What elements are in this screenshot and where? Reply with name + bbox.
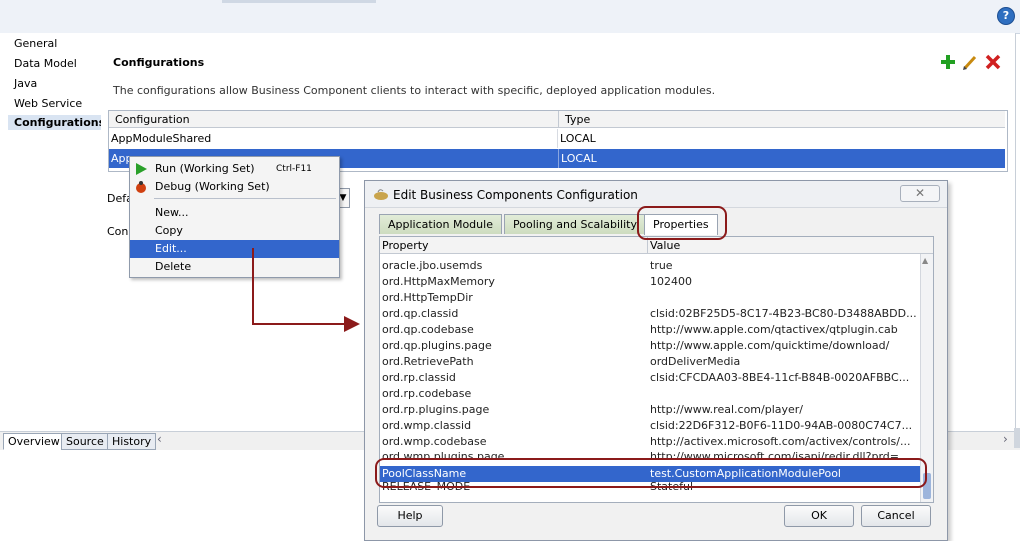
property-name: oracle.jbo.usemds <box>382 259 483 272</box>
menu-item-debug[interactable]: Debug (Working Set) <box>130 178 339 196</box>
property-value[interactable]: http://www.real.com/player/ <box>650 402 918 418</box>
page-title: Configurations <box>113 56 205 69</box>
table-row[interactable]: ord.qp.codebase http://www.apple.com/qtac… <box>380 322 920 338</box>
configuration-label: Con <box>107 225 129 238</box>
menu-item-label: Copy <box>155 224 183 237</box>
tab-strip-marker <box>222 0 376 3</box>
table-row[interactable]: ord.rp.codebase <box>380 386 920 402</box>
menu-item-label: Debug (Working Set) <box>155 180 270 193</box>
menu-item-label: Delete <box>155 260 192 273</box>
nav-item-java[interactable]: Java <box>14 77 37 90</box>
menu-item-run[interactable]: Run (Working Set) Ctrl-F11 <box>130 160 339 178</box>
table-row[interactable]: ord.wmp.classid clsid:22D6F312-B0F6-11D0-… <box>380 418 920 434</box>
close-icon[interactable]: ✕ <box>900 185 940 202</box>
cancel-button[interactable]: Cancel <box>861 505 931 527</box>
scroll-left-icon[interactable]: ‹ <box>157 432 162 446</box>
table-row[interactable]: ord.rp.plugins.page http://www.real.com/p… <box>380 402 920 418</box>
property-name: ord.qp.codebase <box>382 323 474 336</box>
dialog-title: Edit Business Components Configuration <box>393 188 638 202</box>
scroll-up-icon[interactable]: ▲ <box>922 256 928 265</box>
property-name: ord.wmp.codebase <box>382 435 487 448</box>
property-value[interactable]: http://www.apple.com/qtactivex/qtplugin.… <box>650 322 918 338</box>
delete-icon[interactable] <box>985 54 1001 70</box>
property-value[interactable]: true <box>650 258 918 274</box>
debug-icon <box>136 181 146 193</box>
nav-item-web-service[interactable]: Web Service <box>14 97 82 110</box>
ok-button[interactable]: OK <box>784 505 854 527</box>
run-icon <box>136 163 147 175</box>
property-name: ord.rp.codebase <box>382 387 472 400</box>
page-description: The configurations allow Business Compon… <box>113 84 716 97</box>
menu-item-copy[interactable]: Copy <box>130 222 339 240</box>
property-name: ord.qp.classid <box>382 307 459 320</box>
menu-item-label: Run (Working Set) <box>155 162 255 175</box>
property-value[interactable]: http://www.apple.com/quicktime/download/ <box>650 338 918 354</box>
property-name: ord.wmp.classid <box>382 419 472 432</box>
table-row[interactable]: ord.rp.classid clsid:CFCDAA03-8BE4-11cf-B… <box>380 370 920 386</box>
table-row-name[interactable]: AppModuleShared <box>109 129 559 148</box>
tab-overview[interactable]: Overview <box>3 433 65 450</box>
property-name: ord.rp.classid <box>382 371 456 384</box>
dialog-title-bar: Edit Business Components Configuration ✕ <box>365 181 947 208</box>
poolclassname-highlight <box>375 458 927 488</box>
tab-application-module[interactable]: Application Module <box>379 214 502 234</box>
property-value[interactable]: clsid:22D6F312-B0F6-11D0-94AB-0080C74C7.… <box>650 418 918 434</box>
menu-item-new[interactable]: New... <box>130 204 339 222</box>
menu-separator <box>154 198 336 199</box>
menu-item-label: Edit... <box>155 242 187 255</box>
table-row[interactable]: ord.HttpTempDir <box>380 290 920 306</box>
tab-source[interactable]: Source <box>61 433 109 450</box>
property-name: ord.HttpMaxMemory <box>382 275 495 288</box>
scroll-right-icon[interactable]: › <box>1003 432 1008 446</box>
left-navigation: General Data Model Java Web Service Conf… <box>0 33 106 430</box>
property-name: ord.rp.plugins.page <box>382 403 490 416</box>
nav-item-general[interactable]: General <box>14 37 57 50</box>
vertical-scrollbar-stub[interactable] <box>1014 428 1020 448</box>
help-icon[interactable]: ? <box>997 7 1015 25</box>
add-icon[interactable] <box>940 54 956 70</box>
table-row[interactable]: ord.qp.classid clsid:02BF25D5-8C17-4B23-B… <box>380 306 920 322</box>
annotation-arrow-icon <box>252 248 360 332</box>
table-row[interactable]: ord.wmp.codebase http://activex.microsoft… <box>380 434 920 450</box>
property-value[interactable]: 102400 <box>650 274 918 290</box>
nav-item-configurations[interactable]: Configurations <box>8 115 106 130</box>
help-button[interactable]: Help <box>377 505 443 527</box>
top-bar <box>0 0 1020 34</box>
column-header-type[interactable]: Type <box>559 111 1005 128</box>
property-name: ord.RetrievePath <box>382 355 474 368</box>
property-value[interactable]: clsid:02BF25D5-8C17-4B23-BC80-D3488ABDD.… <box>650 306 918 322</box>
table-row[interactable]: ord.qp.plugins.page http://www.apple.com/… <box>380 338 920 354</box>
property-name: ord.HttpTempDir <box>382 291 473 304</box>
table-row-selected-type[interactable]: LOCAL <box>558 149 1005 168</box>
table-row[interactable]: ord.HttpMaxMemory 102400 <box>380 274 920 290</box>
column-header-property[interactable]: Property <box>380 237 648 254</box>
table-row-type[interactable]: LOCAL <box>557 129 1005 148</box>
table-row[interactable]: oracle.jbo.usemds true <box>380 258 920 274</box>
tab-history[interactable]: History <box>107 433 157 450</box>
properties-tab-highlight <box>637 206 727 240</box>
table-row[interactable]: ord.RetrievePath ordDeliverMedia <box>380 354 920 370</box>
property-value[interactable]: http://activex.microsoft.com/activex/con… <box>650 434 918 450</box>
menu-item-accelerator: Ctrl-F11 <box>276 164 312 174</box>
edit-pencil-icon[interactable] <box>962 54 978 70</box>
menu-item-label: New... <box>155 206 189 219</box>
property-name: ord.qp.plugins.page <box>382 339 492 352</box>
app-icon <box>374 189 388 200</box>
tab-pooling-and-scalability[interactable]: Pooling and Scalability <box>504 214 646 234</box>
property-value[interactable]: ordDeliverMedia <box>650 354 918 370</box>
column-header-configuration[interactable]: Configuration <box>109 111 559 128</box>
property-value[interactable]: clsid:CFCDAA03-8BE4-11cf-B84B-0020AFBBC.… <box>650 370 918 386</box>
nav-item-data-model[interactable]: Data Model <box>14 57 77 70</box>
